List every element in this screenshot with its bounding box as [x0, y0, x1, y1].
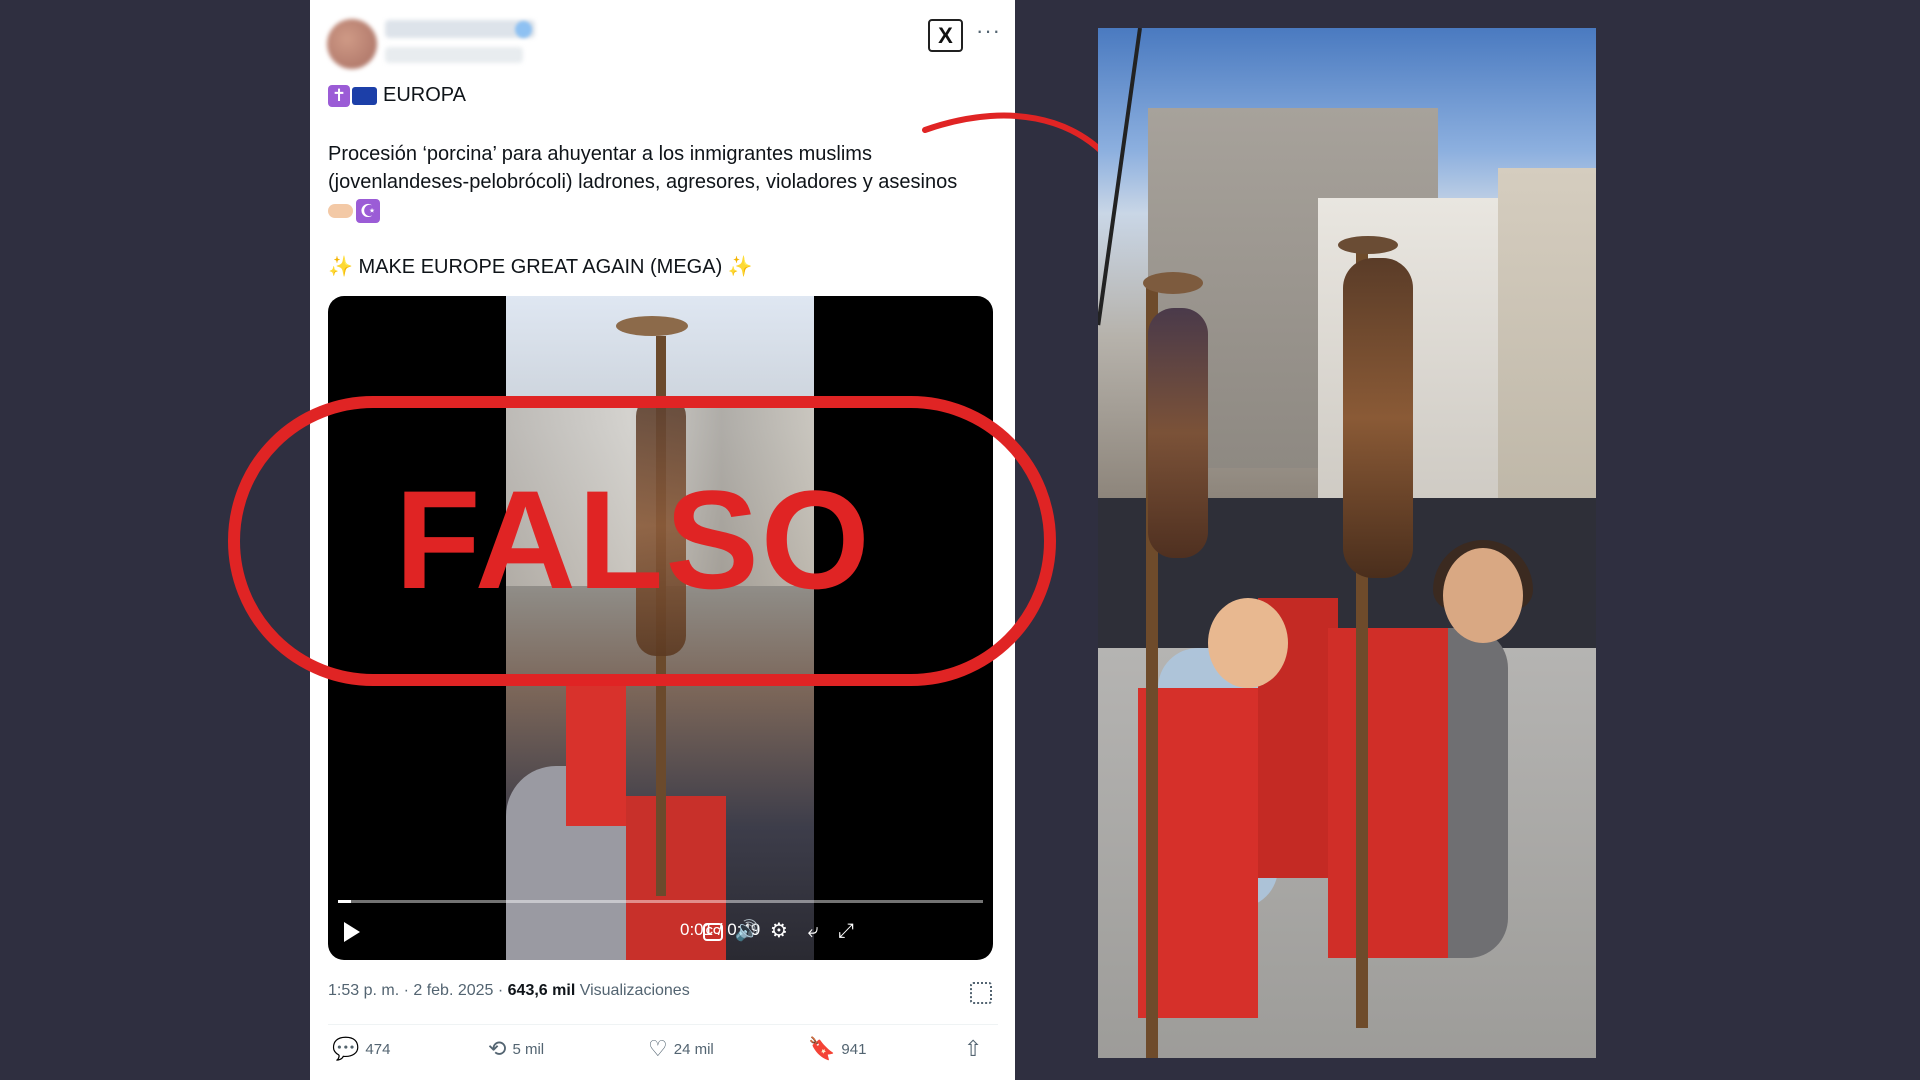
settings-icon[interactable]: ⚙ — [766, 918, 792, 944]
reply-button[interactable]: 💬 474 — [332, 1038, 390, 1060]
views-label: Visualizaciones — [575, 982, 690, 999]
pop-out-icon[interactable]: ⤶ — [800, 918, 826, 944]
volume-icon[interactable]: 🔊 — [734, 918, 760, 944]
photo-sausages — [1343, 258, 1413, 578]
video-progress-bar[interactable] — [338, 900, 983, 903]
analytics-icon[interactable] — [970, 982, 992, 1004]
tweet-country-line: ✝ EUROPA — [328, 84, 466, 107]
photo-sausages — [1148, 308, 1208, 558]
photo-pole-disc — [1338, 236, 1398, 254]
author-name-blurred[interactable] — [385, 20, 535, 38]
photo-pole-disc — [1143, 272, 1203, 294]
author-handle-blurred[interactable] — [385, 47, 523, 63]
tweet-slogan: MAKE EUROPE GREAT AGAIN (MEGA) — [358, 256, 723, 278]
bookmark-icon: 🔖 — [808, 1036, 836, 1061]
reply-count: 474 — [365, 1040, 391, 1058]
tweet-meta: 1:53 p. m. · 2 feb. 2025 · 643,6 mil Vis… — [328, 982, 690, 1000]
x-logo-icon[interactable]: X — [928, 19, 963, 52]
like-button[interactable]: ♡ 24 mil — [648, 1038, 714, 1060]
video-apron — [566, 686, 626, 826]
country-label: EUROPA — [383, 84, 466, 107]
tweet-slogan-line: ✨ MAKE EUROPE GREAT AGAIN (MEGA) ✨ — [328, 254, 753, 279]
photo-person-head — [1208, 598, 1288, 688]
tweet-body: Procesión ‘porcina’ para ahuyentar a los… — [328, 140, 1008, 224]
share-button[interactable]: ⇧ — [964, 1038, 982, 1060]
photo-person-head — [1443, 548, 1523, 643]
photo-wire — [1098, 28, 1142, 326]
repost-count: 5 mil — [512, 1040, 545, 1058]
fullscreen-icon[interactable]: ⤢ — [833, 918, 859, 944]
captions-icon[interactable]: CC — [703, 923, 723, 941]
repost-icon: ⟲ — [488, 1036, 507, 1061]
reply-icon: 💬 — [332, 1036, 360, 1061]
author-avatar[interactable] — [327, 19, 377, 69]
sparkles-icon: ✨ — [328, 256, 353, 278]
procession-photo — [1098, 28, 1596, 1058]
like-count: 24 mil — [673, 1040, 714, 1058]
sparkles-icon: ✨ — [727, 256, 753, 278]
more-options-icon[interactable]: ··· — [976, 18, 1001, 44]
play-icon[interactable] — [344, 922, 360, 942]
tweet-actions: 💬 474 ⟲ 5 mil ♡ 24 mil 🔖 941 ⇧ — [310, 1038, 1015, 1068]
falso-stamp-text: FALSO — [395, 461, 872, 618]
video-progress-fill — [338, 900, 351, 903]
bookmark-count: 941 — [841, 1040, 867, 1058]
heart-icon: ♡ — [648, 1036, 668, 1061]
star-crescent-icon: ☪ — [356, 198, 380, 223]
video-pole-disc — [616, 316, 688, 336]
views-count: 643,6 mil — [507, 982, 576, 999]
photo-apron — [1328, 628, 1448, 958]
divider — [328, 1024, 998, 1025]
verified-badge-icon — [515, 21, 532, 38]
eu-flag-icon — [352, 86, 377, 105]
latin-cross-icon: ✝ — [328, 84, 350, 107]
tweet-timestamp[interactable]: 1:53 p. m. · 2 feb. 2025 · — [328, 982, 508, 999]
bookmark-button[interactable]: 🔖 941 — [808, 1038, 866, 1060]
flexed-arm-icon — [328, 203, 353, 218]
tweet-body-text: Procesión ‘porcina’ para ahuyentar a los… — [328, 143, 958, 193]
share-icon: ⇧ — [964, 1036, 983, 1061]
repost-button[interactable]: ⟲ 5 mil — [488, 1038, 544, 1060]
